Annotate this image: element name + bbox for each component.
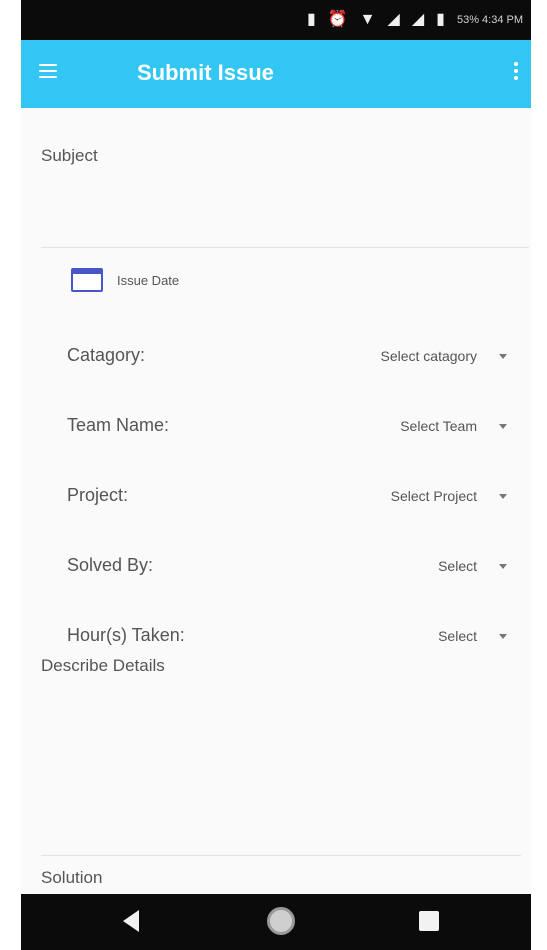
alarm-icon: ⏰	[327, 11, 348, 28]
category-select[interactable]: Select catagory	[380, 341, 507, 371]
more-options-icon[interactable]	[511, 62, 521, 86]
issue-date-picker[interactable]: Issue Date	[71, 268, 179, 292]
hours-row: Hour(s) Taken: Select	[67, 621, 507, 651]
chevron-down-icon	[499, 353, 507, 359]
solved-by-row: Solved By: Select	[67, 551, 507, 581]
chevron-down-icon	[499, 563, 507, 569]
signal-icon: ◢	[411, 11, 425, 28]
team-row: Team Name: Select Team	[67, 411, 507, 441]
solved-by-select-value: Select	[438, 558, 477, 574]
battery-icon: ▮	[436, 11, 445, 28]
status-bar: ▮ ⏰ ▼ ◢ ◢ ▮ 53% 4:34 PM	[21, 0, 531, 40]
phone-screen: ▮ ⏰ ▼ ◢ ◢ ▮ 53% 4:34 PM Submit Issue Sub…	[21, 0, 531, 950]
project-select[interactable]: Select Project	[391, 481, 507, 511]
project-select-value: Select Project	[390, 488, 477, 504]
home-icon[interactable]	[267, 907, 295, 935]
chevron-down-icon	[499, 493, 507, 499]
team-select-value: Select Team	[400, 418, 477, 434]
describe-divider	[41, 855, 521, 856]
category-label: Catagory:	[67, 345, 146, 365]
wifi-icon: ▼	[359, 11, 376, 28]
team-select[interactable]: Select Team	[400, 411, 507, 441]
signal-icon: ◢	[387, 11, 400, 28]
status-time: 53% 4:34 PM	[456, 14, 523, 26]
category-row: Catagory: Select catagory	[67, 341, 507, 371]
hours-select-value: Select	[438, 628, 477, 644]
subject-field[interactable]: Subject	[41, 146, 98, 166]
solved-by-label: Solved By:	[67, 555, 154, 575]
category-select-value: Select catagory	[380, 348, 478, 364]
back-icon[interactable]	[123, 910, 139, 932]
team-label: Team Name:	[67, 415, 170, 435]
system-nav-bar	[21, 894, 531, 950]
project-row: Project: Select Project	[67, 481, 507, 511]
project-label: Project:	[67, 485, 129, 505]
solved-by-select[interactable]: Select	[438, 551, 507, 581]
chevron-down-icon	[499, 633, 507, 639]
chevron-down-icon	[499, 423, 507, 429]
recent-apps-icon[interactable]	[419, 911, 439, 931]
page-title: Submit Issue	[137, 60, 274, 85]
issue-date-label: Issue Date	[117, 272, 180, 288]
solution-field[interactable]: Solution	[41, 868, 102, 888]
hours-select[interactable]: Select	[438, 621, 507, 651]
subject-divider	[41, 247, 529, 248]
issue-form: Subject Issue Date Catagory: Select cata…	[21, 108, 531, 894]
vibrate-icon: ▮	[306, 11, 316, 28]
app-bar: Submit Issue	[21, 40, 531, 108]
menu-icon[interactable]	[39, 64, 57, 84]
calendar-icon	[71, 268, 103, 292]
hours-label: Hour(s) Taken:	[67, 625, 185, 645]
describe-details-field[interactable]: Describe Details	[41, 654, 181, 678]
